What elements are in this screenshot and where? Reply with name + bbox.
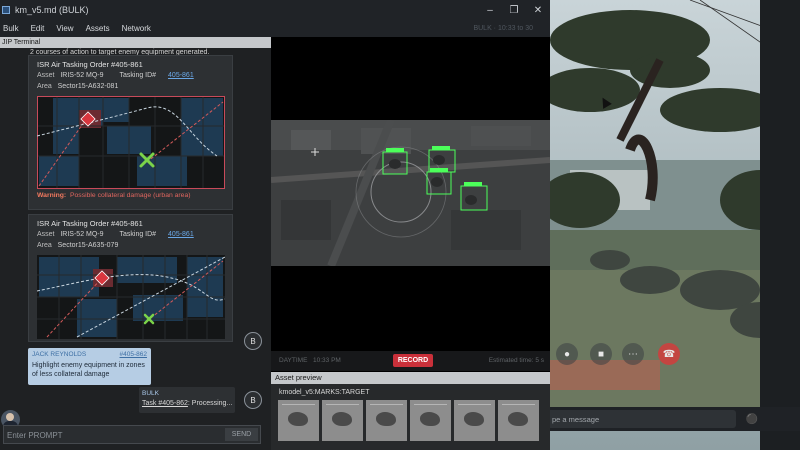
send-button[interactable]: SEND [225, 428, 258, 441]
drone-video-graphic [271, 120, 550, 266]
user-task-link[interactable]: #405-862 [120, 351, 147, 358]
tasking-id-link[interactable]: 405-861 [168, 72, 194, 79]
user-message-bubble: JACK REYNOLDS #405-862 Highlight enemy e… [28, 348, 151, 385]
asset-value: IRIS-52 MQ-9 [60, 231, 104, 238]
asset-value: IRIS-52 MQ-9 [60, 72, 104, 79]
asset-thumbnail[interactable] [366, 400, 407, 441]
tasking-label: Tasking ID# [119, 72, 157, 79]
bot-avatar: B [244, 391, 262, 409]
minimize-icon[interactable]: – [478, 0, 502, 20]
menu-bar: Bulk Edit View Assets Network BULK · 10:… [0, 20, 550, 37]
asset-row: Asset IRIS-52 MQ-9 Tasking ID# 405-861 [37, 231, 194, 238]
menu-view[interactable]: View [53, 24, 82, 33]
asset-thumbnails [278, 400, 539, 441]
card-title: ISR Air Tasking Order #405-861 [37, 219, 143, 228]
maximize-icon[interactable]: ❐ [502, 0, 526, 20]
bot-message-bubble: BULK Task #405-862: Processing... [139, 387, 235, 413]
area-row: Area Sector15-A635-079 [37, 242, 118, 249]
chat-history[interactable]: 2 courses of action to target enemy equi… [0, 48, 271, 450]
sector-map-graphic [36, 96, 225, 189]
menu-edit[interactable]: Edit [28, 24, 54, 33]
bot-avatar: B [244, 332, 262, 350]
bot-task-link[interactable]: Task #405-862 [142, 400, 188, 407]
terminal-panel: JIP Terminal 2 courses of action to targ… [0, 37, 271, 450]
card-title: ISR Air Tasking Order #405-861 [37, 60, 143, 69]
area-label: Area [37, 242, 52, 249]
video-info-bar: DAYTIME 10:33 PM RECORD Estimated time: … [271, 351, 550, 371]
area-row: Area Sector15-A632-081 [37, 83, 118, 90]
tasking-order-card: ISR Air Tasking Order #405-861 Asset IRI… [28, 214, 233, 342]
more-icon[interactable]: ⋯ [622, 343, 644, 365]
area-label: Area [37, 83, 52, 90]
tasking-id-link[interactable]: 405-861 [168, 231, 194, 238]
estimated-time: Estimated time: 5 s [488, 357, 544, 364]
asset-row: Asset IRIS-52 MQ-9 Tasking ID# 405-861 [37, 72, 194, 79]
bot-status-text: : Processing... [187, 400, 233, 407]
video-time: 10:33 PM [313, 357, 341, 364]
area-value: Sector15-A635-079 [57, 242, 119, 249]
video-mode: DAYTIME [279, 357, 308, 364]
camera-feed-graphic [550, 0, 800, 450]
asset-label: Asset [37, 72, 55, 79]
app-icon [2, 6, 10, 14]
asset-thumbnail[interactable] [278, 400, 319, 441]
asset-thumbnail[interactable] [498, 400, 539, 441]
message-input[interactable] [550, 410, 736, 428]
asset-preview-area: kmodel_v5:MARKS:TARGET [271, 384, 550, 450]
window-title: km_v5.md (BULK) [15, 5, 89, 15]
window-controls: – ❐ ✕ [478, 0, 550, 20]
mic-icon[interactable]: ● [556, 343, 578, 365]
terminal-header: JIP Terminal [0, 37, 271, 48]
asset-label: Asset [37, 231, 55, 238]
connection-status: BULK · 10:33 to 30 [473, 25, 533, 32]
title-bar: km_v5.md (BULK) – ❐ ✕ [0, 0, 550, 20]
prompt-input[interactable] [7, 428, 217, 442]
collateral-warning: Warning: Possible collateral damage (urb… [37, 192, 191, 199]
asset-thumbnail[interactable] [322, 400, 363, 441]
warning-label: Warning: [37, 192, 67, 199]
call-controls: ● ■ ⋯ ☎ [550, 336, 800, 372]
voice-input-icon[interactable]: ⚫ [744, 411, 760, 427]
camera-icon[interactable]: ■ [590, 343, 612, 365]
drone-video-feed[interactable] [271, 120, 550, 266]
video-call-panel: ● ■ ⋯ ☎ ⚫ [550, 0, 800, 450]
menu-bulk[interactable]: Bulk [0, 24, 28, 33]
video-panel: DAYTIME 10:33 PM RECORD Estimated time: … [271, 37, 550, 450]
message-bar: ⚫ [550, 407, 800, 431]
sector-map[interactable] [36, 96, 225, 189]
sector-map-graphic [36, 255, 226, 339]
user-message-text: Highlight enemy equipment in zones of le… [32, 362, 145, 378]
menu-assets[interactable]: Assets [83, 24, 119, 33]
close-icon[interactable]: ✕ [526, 0, 550, 20]
screen: km_v5.md (BULK) – ❐ ✕ Bulk Edit View Ass… [0, 0, 800, 450]
warning-text: Possible collateral damage (urban area) [69, 192, 191, 199]
area-value: Sector15-A632-081 [57, 83, 119, 90]
asset-thumbnail[interactable] [454, 400, 495, 441]
record-button[interactable]: RECORD [393, 354, 433, 367]
asset-preview-header: Asset preview [271, 372, 550, 384]
sector-map[interactable] [36, 255, 226, 339]
end-call-icon[interactable]: ☎ [658, 343, 680, 365]
tasking-order-card: ISR Air Tasking Order #405-861 Asset IRI… [28, 55, 233, 210]
asset-thumbnail[interactable] [410, 400, 451, 441]
prompt-bar: SEND [3, 425, 261, 444]
asset-model-label: kmodel_v5:MARKS:TARGET [279, 389, 370, 396]
bot-message-text: Task #405-862: Processing... [142, 400, 232, 407]
menu-network[interactable]: Network [119, 24, 160, 33]
tasking-label: Tasking ID# [119, 231, 157, 238]
bot-name: BULK [142, 390, 159, 397]
user-name: JACK REYNOLDS [32, 351, 87, 358]
